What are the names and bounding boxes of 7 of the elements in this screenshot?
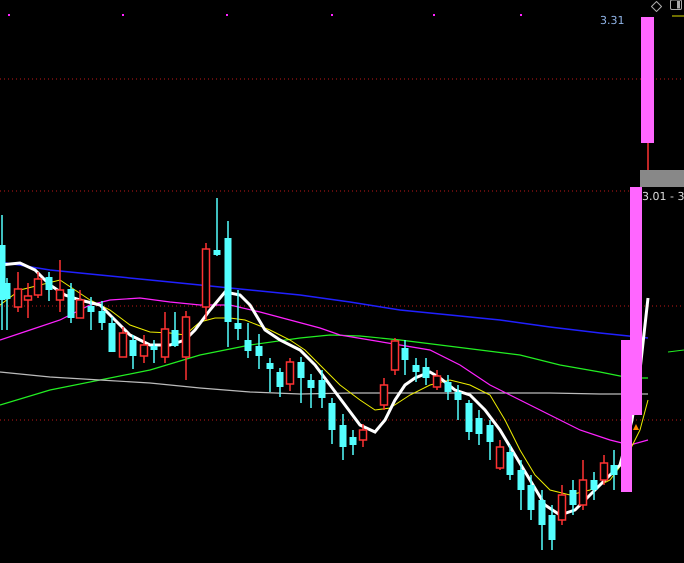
- price-range-bar: [640, 170, 684, 187]
- price-label: 3.31: [600, 14, 624, 27]
- diamond-icon: [651, 1, 662, 12]
- price-label: 3.01 - 3: [642, 190, 684, 203]
- moving-average-line: [668, 350, 684, 352]
- triangle-marker-icon: [633, 424, 639, 430]
- window-icon[interactable]: [670, 0, 682, 10]
